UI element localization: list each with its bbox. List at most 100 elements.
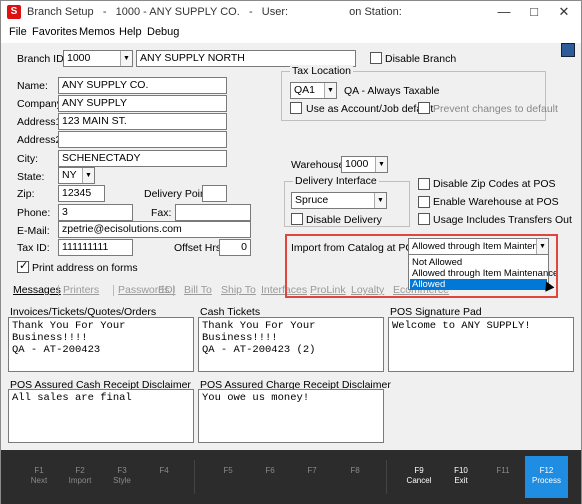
warehouse-select[interactable]: 1000 ▼ [341,156,388,173]
zip-field[interactable]: 12345 [58,185,105,202]
fkey-label: F5 [223,466,233,475]
menu-file[interactable]: File [9,26,27,38]
fkey-label: F11 [496,466,510,475]
window-title: Branch Setup - 1000 - ANY SUPPLY CO. - U… [27,6,402,18]
delivery-point-field[interactable] [202,185,227,202]
warehouse-label: Warehouse: [291,159,348,171]
fkey-label: F8 [350,466,360,475]
chevron-down-icon[interactable]: ▼ [324,83,336,98]
charge-disclaimer-textarea[interactable]: You owe us money! [198,389,384,443]
cash-disclaimer-textarea[interactable]: All sales are final [8,389,194,443]
f8-button[interactable]: F8 [334,450,376,504]
name-label: Name: [17,80,48,92]
fkey-label: F10 [454,466,468,475]
state-value: NY [62,169,77,181]
f7-button[interactable]: F7 [291,450,333,504]
minimize-icon[interactable]: — [489,1,519,23]
use-account-default-checkbox[interactable] [290,102,302,114]
branch-id-field[interactable]: 1000 ▼ [63,50,133,67]
delivery-interface-value: Spruce [295,194,329,206]
form-menu-icon[interactable] [561,43,575,57]
address1-field[interactable]: 123 MAIN ST. [58,113,227,130]
warehouse-value: 1000 [345,158,369,170]
print-address-checkbox[interactable] [17,259,29,273]
name-field[interactable]: ANY SUPPLY CO. [58,77,227,94]
close-icon[interactable]: ✕ [549,1,579,23]
chevron-down-icon[interactable]: ▼ [374,193,386,208]
f9-cancel-button[interactable]: F9 Cancel [398,450,440,504]
offset-hrs-field[interactable]: 0 [219,239,251,256]
city-field[interactable]: SCHENECTADY [58,150,227,167]
state-label: State: [17,171,45,183]
tab-bill-to[interactable]: Bill To [184,284,212,296]
f4-button[interactable]: F4 [143,450,185,504]
fkey-label: F7 [307,466,317,475]
tax-location-value: QA1 [294,84,316,96]
menu-help[interactable]: Help [119,26,142,38]
delivery-interface-select[interactable]: Spruce ▼ [291,192,387,209]
print-address-label: Print address on forms [32,262,138,274]
menu-memos[interactable]: Memos [79,26,115,38]
f1-next-button[interactable]: F1 Next [18,450,60,504]
disable-delivery-checkbox[interactable] [291,213,303,225]
taxid-field[interactable]: 111111111 [58,239,133,256]
title-bar: S Branch Setup - 1000 - ANY SUPPLY CO. -… [1,1,581,23]
disable-delivery-label: Disable Delivery [306,214,382,226]
f12-process-button[interactable]: F12 Process [525,456,568,498]
fkey-label: F3 [117,466,127,475]
usage-transfers-checkbox[interactable] [418,213,430,225]
f11-button[interactable]: F11 [482,450,524,504]
disable-branch-checkbox[interactable] [370,52,382,64]
signature-pad-textarea[interactable]: Welcome to ANY SUPPLY! [388,317,574,372]
tab-messages[interactable]: Messages [13,284,61,296]
tab-separator [113,285,114,296]
cash-tickets-textarea[interactable]: Thank You For Your Business!!!! QA - AT-… [198,317,384,372]
branch-id-value: 1000 [67,52,91,64]
tab-separator [58,285,59,296]
menu-bar: File Favorites Memos Help Debug [1,23,581,43]
city-label: City: [17,153,38,165]
fkey-text: Style [113,476,131,485]
fax-field[interactable] [175,204,251,221]
chevron-down-icon[interactable]: ▼ [375,157,387,172]
company-field[interactable]: ANY SUPPLY [58,95,227,112]
fkey-label: F6 [265,466,275,475]
fkey-label: F4 [159,466,169,475]
branch-id-label: Branch ID: [17,53,67,65]
prevent-changes-label: Prevent changes to default [433,103,558,115]
address2-field[interactable] [58,131,227,148]
prevent-changes-checkbox[interactable] [418,102,430,114]
tax-location-title: Tax Location [290,65,353,77]
chevron-down-icon[interactable]: ▼ [120,51,132,66]
fkey-label: F9 [414,466,424,475]
disable-branch-label: Disable Branch [385,53,457,65]
email-field[interactable]: zpetrie@ecisolutions.com [58,221,251,238]
delivery-interface-title: Delivery Interface [293,175,379,187]
branch-setup-window: S Branch Setup - 1000 - ANY SUPPLY CO. -… [0,0,582,504]
f6-button[interactable]: F6 [249,450,291,504]
chevron-down-icon[interactable]: ▼ [82,168,94,183]
tab-ship-to[interactable]: Ship To [221,284,256,296]
fkey-text: Process [532,476,561,485]
tax-location-desc: QA - Always Taxable [344,85,440,97]
f3-style-button[interactable]: F3 Style [101,450,143,504]
f5-button[interactable]: F5 [207,450,249,504]
f10-exit-button[interactable]: F10 Exit [440,450,482,504]
fkey-text: Import [68,476,92,485]
phone-field[interactable]: 3 [58,204,133,221]
state-field[interactable]: NY ▼ [58,167,95,184]
invoices-message-textarea[interactable]: Thank You For Your Business!!!! QA - AT-… [8,317,194,372]
tab-printers[interactable]: Printers [63,284,99,296]
tax-location-select[interactable]: QA1 ▼ [290,82,337,99]
enable-warehouse-checkbox[interactable] [418,196,430,208]
disable-zip-checkbox[interactable] [418,178,430,190]
enable-warehouse-label: Enable Warehouse at POS [433,196,559,208]
menu-favorites[interactable]: Favorites [32,26,77,38]
menu-debug[interactable]: Debug [147,26,179,38]
phone-label: Phone: [17,207,51,219]
tab-edi[interactable]: EDI [158,284,176,296]
offset-hrs-label: Offset Hrs: [174,242,224,254]
function-key-bar: F1 Next F2 Import F3 Style F4 F5 F6 F7 F8 F… [1,450,581,504]
f2-import-button[interactable]: F2 Import [59,450,101,504]
maximize-icon[interactable]: □ [519,1,549,23]
